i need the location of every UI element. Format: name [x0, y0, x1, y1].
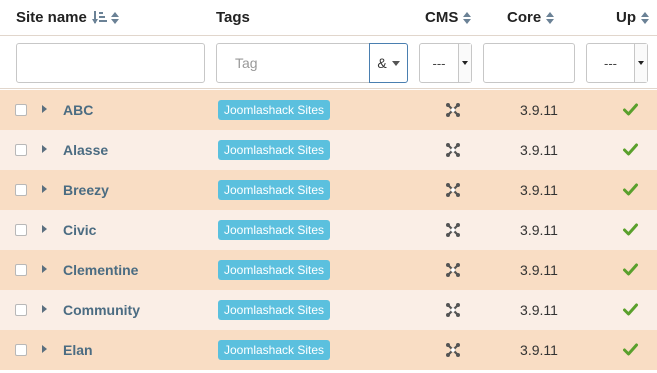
table-header: Site name Tags CMS Core Up	[0, 0, 657, 36]
tag-mode-dropdown[interactable]: &	[369, 43, 408, 83]
check-icon	[623, 303, 638, 316]
tag-badge[interactable]: Joomlashack Sites	[218, 180, 331, 200]
sort-icon[interactable]	[641, 11, 649, 24]
expand-caret-icon[interactable]	[42, 105, 47, 113]
core-filter-input[interactable]	[483, 43, 575, 83]
check-icon	[623, 263, 638, 276]
expand-caret-icon[interactable]	[42, 145, 47, 153]
column-header-cms[interactable]: CMS	[425, 9, 472, 26]
core-version: 3.9.11	[520, 102, 558, 118]
tag-badge[interactable]: Joomlashack Sites	[218, 220, 331, 240]
sort-icon[interactable]	[110, 11, 119, 24]
cms-filter-value: ---	[432, 55, 446, 71]
tag-badge[interactable]: Joomlashack Sites	[218, 340, 331, 360]
site-name-filter-input[interactable]	[16, 43, 205, 83]
core-version: 3.9.11	[520, 302, 558, 318]
core-header-label: Core	[507, 9, 542, 26]
row-checkbox[interactable]	[15, 184, 27, 196]
site-name-link[interactable]: Clementine	[63, 262, 138, 278]
sort-icon[interactable]	[463, 11, 472, 24]
check-icon	[623, 223, 638, 236]
select-arrow-button[interactable]	[634, 44, 647, 82]
site-name-link[interactable]: ABC	[63, 102, 93, 118]
joomla-icon	[445, 262, 461, 278]
check-icon	[623, 183, 638, 196]
joomla-icon	[445, 302, 461, 318]
select-arrow-button[interactable]	[458, 44, 471, 82]
check-icon	[623, 143, 638, 156]
cms-header-label: CMS	[425, 9, 459, 26]
row-checkbox[interactable]	[15, 264, 27, 276]
check-icon	[623, 103, 638, 116]
table-row[interactable]: ABC Joomlashack Sites 3.9.11	[0, 90, 657, 130]
tag-badge[interactable]: Joomlashack Sites	[218, 100, 331, 120]
cms-filter-select[interactable]: ---	[419, 43, 472, 83]
site-name-link[interactable]: Community	[63, 302, 140, 318]
row-checkbox[interactable]	[15, 224, 27, 236]
chevron-down-icon	[638, 61, 644, 65]
site-name-link[interactable]: Elan	[63, 342, 93, 358]
column-header-tags: Tags	[216, 9, 250, 26]
tag-filter-input[interactable]	[216, 43, 370, 83]
expand-caret-icon[interactable]	[42, 265, 47, 273]
core-version: 3.9.11	[520, 342, 558, 358]
row-checkbox[interactable]	[15, 304, 27, 316]
site-name-link[interactable]: Breezy	[63, 182, 109, 198]
row-checkbox[interactable]	[15, 144, 27, 156]
expand-caret-icon[interactable]	[42, 185, 47, 193]
core-version: 3.9.11	[520, 222, 558, 238]
expand-caret-icon[interactable]	[42, 305, 47, 313]
sort-icon[interactable]	[546, 11, 555, 24]
site-name-link[interactable]: Civic	[63, 222, 96, 238]
chevron-down-icon	[391, 60, 400, 66]
core-version: 3.9.11	[520, 142, 558, 158]
joomla-icon	[445, 222, 461, 238]
expand-caret-icon[interactable]	[42, 345, 47, 353]
tag-badge[interactable]: Joomlashack Sites	[218, 140, 331, 160]
tags-header-label: Tags	[216, 9, 250, 26]
column-header-site-name[interactable]: Site name	[16, 9, 119, 26]
expand-caret-icon[interactable]	[42, 225, 47, 233]
up-header-label: Up	[616, 9, 636, 26]
filter-row: & --- ---	[0, 37, 657, 89]
site-name-link[interactable]: Alasse	[63, 142, 108, 158]
site-name-header-label: Site name	[16, 9, 87, 26]
tag-badge[interactable]: Joomlashack Sites	[218, 300, 331, 320]
table-row[interactable]: Breezy Joomlashack Sites 3.9.11	[0, 170, 657, 210]
table-row[interactable]: Elan Joomlashack Sites 3.9.11	[0, 330, 657, 370]
table-row[interactable]: Clementine Joomlashack Sites 3.9.11	[0, 250, 657, 290]
column-header-core[interactable]: Core	[507, 9, 555, 26]
table-row[interactable]: Community Joomlashack Sites 3.9.11	[0, 290, 657, 330]
chevron-down-icon	[462, 61, 468, 65]
sort-ascending-icon[interactable]	[91, 10, 107, 25]
check-icon	[623, 343, 638, 356]
joomla-icon	[445, 342, 461, 358]
column-header-up[interactable]: Up	[616, 9, 649, 26]
joomla-icon	[445, 182, 461, 198]
table-row[interactable]: Civic Joomlashack Sites 3.9.11	[0, 210, 657, 250]
core-version: 3.9.11	[520, 182, 558, 198]
up-filter-select[interactable]: ---	[586, 43, 648, 83]
up-filter-value: ---	[604, 55, 617, 71]
core-version: 3.9.11	[520, 262, 558, 278]
joomla-icon	[445, 142, 461, 158]
tag-badge[interactable]: Joomlashack Sites	[218, 260, 331, 280]
row-checkbox[interactable]	[15, 104, 27, 116]
table-row[interactable]: Alasse Joomlashack Sites 3.9.11	[0, 130, 657, 170]
tag-mode-label: &	[377, 55, 387, 71]
joomla-icon	[445, 102, 461, 118]
row-checkbox[interactable]	[15, 344, 27, 356]
